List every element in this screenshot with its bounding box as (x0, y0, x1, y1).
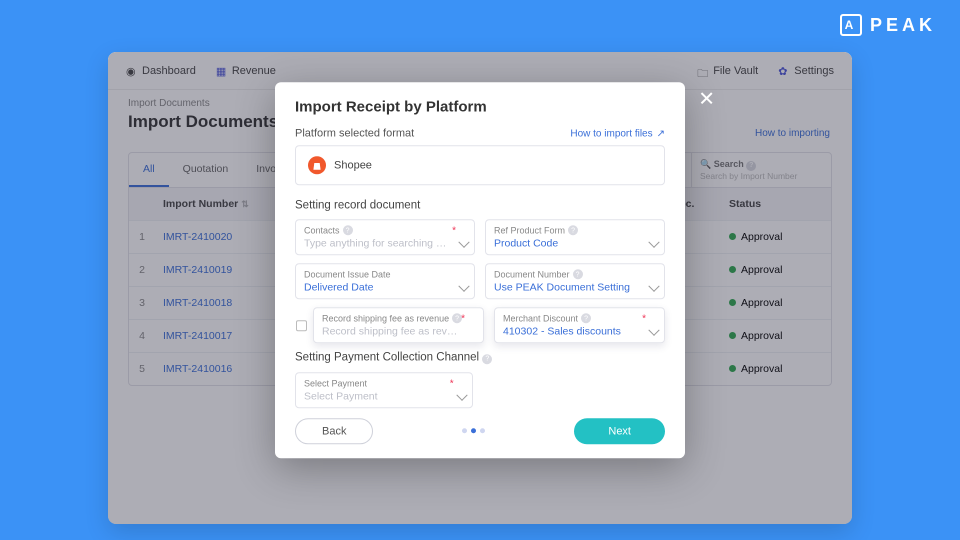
shipping-fee-field[interactable]: Record shipping fee as revenue? * Record… (313, 307, 484, 343)
help-icon: ? (343, 225, 353, 235)
section-payment-label: Setting Payment Collection Channel ? (295, 351, 665, 364)
back-button[interactable]: Back (295, 418, 373, 444)
required-mark: * (461, 313, 465, 324)
platform-name: Shopee (334, 159, 372, 171)
brand-text: PEAK (870, 15, 936, 36)
ref-product-field[interactable]: Ref Product Form? Product Code (485, 219, 665, 255)
section-record-label: Setting record document (295, 199, 665, 211)
doc-number-field[interactable]: Document Number? Use PEAK Document Setti… (485, 263, 665, 299)
required-mark: * (450, 378, 454, 389)
external-link-icon: ↗ (657, 128, 665, 139)
help-icon: ? (573, 269, 583, 279)
platform-selector[interactable]: Shopee (295, 145, 665, 185)
import-receipt-modal: ✕ Import Receipt by Platform Platform se… (275, 82, 685, 458)
close-icon[interactable]: ✕ (698, 86, 715, 111)
required-mark: * (452, 225, 456, 236)
how-to-import-link[interactable]: How to import files↗ (570, 128, 665, 139)
next-button[interactable]: Next (574, 418, 665, 444)
help-icon: ? (482, 354, 492, 364)
modal-title: Import Receipt by Platform (295, 98, 665, 115)
contacts-field[interactable]: Contacts? * Type anything for searching … (295, 219, 475, 255)
brand-logo: A PEAK (840, 14, 936, 36)
shipping-fee-checkbox[interactable] (296, 320, 307, 331)
step-indicator (462, 428, 485, 433)
shopee-icon (308, 156, 326, 174)
help-icon: ? (581, 313, 591, 323)
merchant-discount-field[interactable]: Merchant Discount? * 410302 - Sales disc… (494, 307, 665, 343)
section-platform-label: Platform selected format (295, 127, 414, 139)
brand-icon: A (840, 14, 862, 36)
help-icon: ? (568, 225, 578, 235)
required-mark: * (642, 313, 646, 324)
issue-date-field[interactable]: Document Issue Date Delivered Date (295, 263, 475, 299)
select-payment-field[interactable]: Select Payment * Select Payment (295, 372, 473, 408)
